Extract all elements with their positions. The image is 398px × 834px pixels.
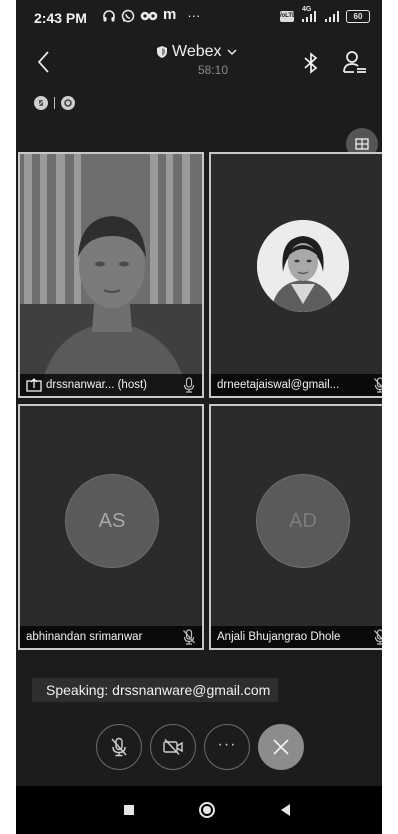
indicator-separator — [54, 97, 55, 109]
system-navigation-bar — [16, 786, 382, 834]
chevron-left-icon — [37, 51, 49, 73]
app-notification-icon — [140, 11, 158, 21]
avatar-initials: AD — [256, 474, 350, 568]
notification-icons: m ··· — [102, 6, 201, 23]
signal-icon-2 — [325, 10, 339, 22]
bluetooth-button[interactable] — [300, 50, 322, 76]
avatar — [257, 220, 349, 312]
end-call-button[interactable] — [258, 724, 304, 770]
tile-footer: Anjali Bhujangrao Dhole — [211, 626, 382, 648]
active-speaker-text: Speaking: drssnanware@gmail.com — [46, 682, 271, 698]
security-indicator-icon — [34, 96, 48, 110]
participants-button[interactable] — [342, 49, 368, 77]
bluetooth-icon — [304, 52, 318, 74]
back-button[interactable] — [32, 48, 56, 76]
microphone-muted-icon — [374, 377, 382, 393]
status-right-icons: VoLTE 4G 60 — [278, 6, 370, 23]
participant-tile-3[interactable]: AS abhinandan srimanwar — [18, 404, 204, 650]
participant-tile-4[interactable]: AD Anjali Bhujangrao Dhole — [209, 404, 382, 650]
recents-icon — [124, 805, 134, 815]
app-screen: 2:43 PM m ··· VoLTE 4G 60 Webex 58:10 dr… — [16, 0, 382, 834]
participant-name: Anjali Bhujangrao Dhole — [217, 631, 341, 643]
battery-indicator: 60 — [346, 9, 370, 23]
status-time: 2:43 PM — [34, 10, 87, 26]
carrier-icon-text: m — [163, 6, 177, 23]
tile-footer: drneetajaiswal@gmail... — [211, 374, 382, 396]
whatsapp-icon — [121, 9, 135, 23]
more-options-button[interactable]: ··· — [204, 724, 250, 770]
signal-icon — [302, 11, 316, 22]
participants-list-icon — [343, 51, 366, 73]
recents-button[interactable] — [119, 800, 139, 820]
share-icon — [26, 378, 42, 392]
microphone-icon — [183, 377, 195, 393]
more-notifications: ··· — [187, 7, 201, 23]
home-icon — [199, 802, 215, 818]
shield-icon — [157, 46, 167, 58]
participant-name: abhinandan srimanwar — [26, 631, 143, 643]
app-title: Webex — [172, 43, 222, 60]
active-speaker-banner: Speaking: drssnanware@gmail.com — [32, 678, 278, 702]
meeting-title-dropdown[interactable]: Webex 58:10 — [156, 43, 266, 77]
chevron-down-icon — [226, 49, 237, 56]
headphones-icon — [103, 10, 115, 22]
grid-layout-icon — [355, 138, 369, 150]
triangle-back-icon — [281, 804, 290, 816]
participant-name: drneetajaiswal@gmail... — [217, 379, 340, 391]
nav-back-button[interactable] — [276, 800, 296, 820]
video-off-icon — [163, 738, 183, 756]
meeting-header: Webex 58:10 — [16, 38, 382, 88]
call-controls: ··· — [96, 724, 304, 770]
volte-badge: VoLTE — [278, 10, 296, 22]
close-icon — [273, 739, 289, 755]
meeting-timer: 58:10 — [198, 63, 229, 77]
tile-footer: abhinandan srimanwar — [20, 626, 202, 648]
home-button[interactable] — [197, 800, 217, 820]
microphone-muted-icon — [374, 629, 382, 645]
participant-tile-2[interactable]: drneetajaiswal@gmail... — [209, 152, 382, 398]
tile-footer: drssnanwar... (host) — [20, 374, 202, 396]
host-video-feed — [20, 154, 202, 396]
microphone-muted-icon — [183, 629, 195, 645]
avatar-photo — [257, 220, 349, 312]
meeting-indicators — [34, 96, 75, 110]
participant-name: drssnanwar... (host) — [46, 379, 147, 391]
status-bar: 2:43 PM m ··· VoLTE 4G 60 — [16, 0, 382, 34]
video-toggle-button[interactable] — [150, 724, 196, 770]
participant-tile-host[interactable]: drssnanwar... (host) — [18, 152, 204, 398]
recording-indicator-icon — [61, 96, 75, 110]
signal-4g: 4G — [300, 6, 318, 23]
more-icon: ··· — [217, 736, 237, 753]
microphone-muted-icon — [111, 737, 127, 757]
mute-button[interactable] — [96, 724, 142, 770]
avatar-initials: AS — [65, 474, 159, 568]
